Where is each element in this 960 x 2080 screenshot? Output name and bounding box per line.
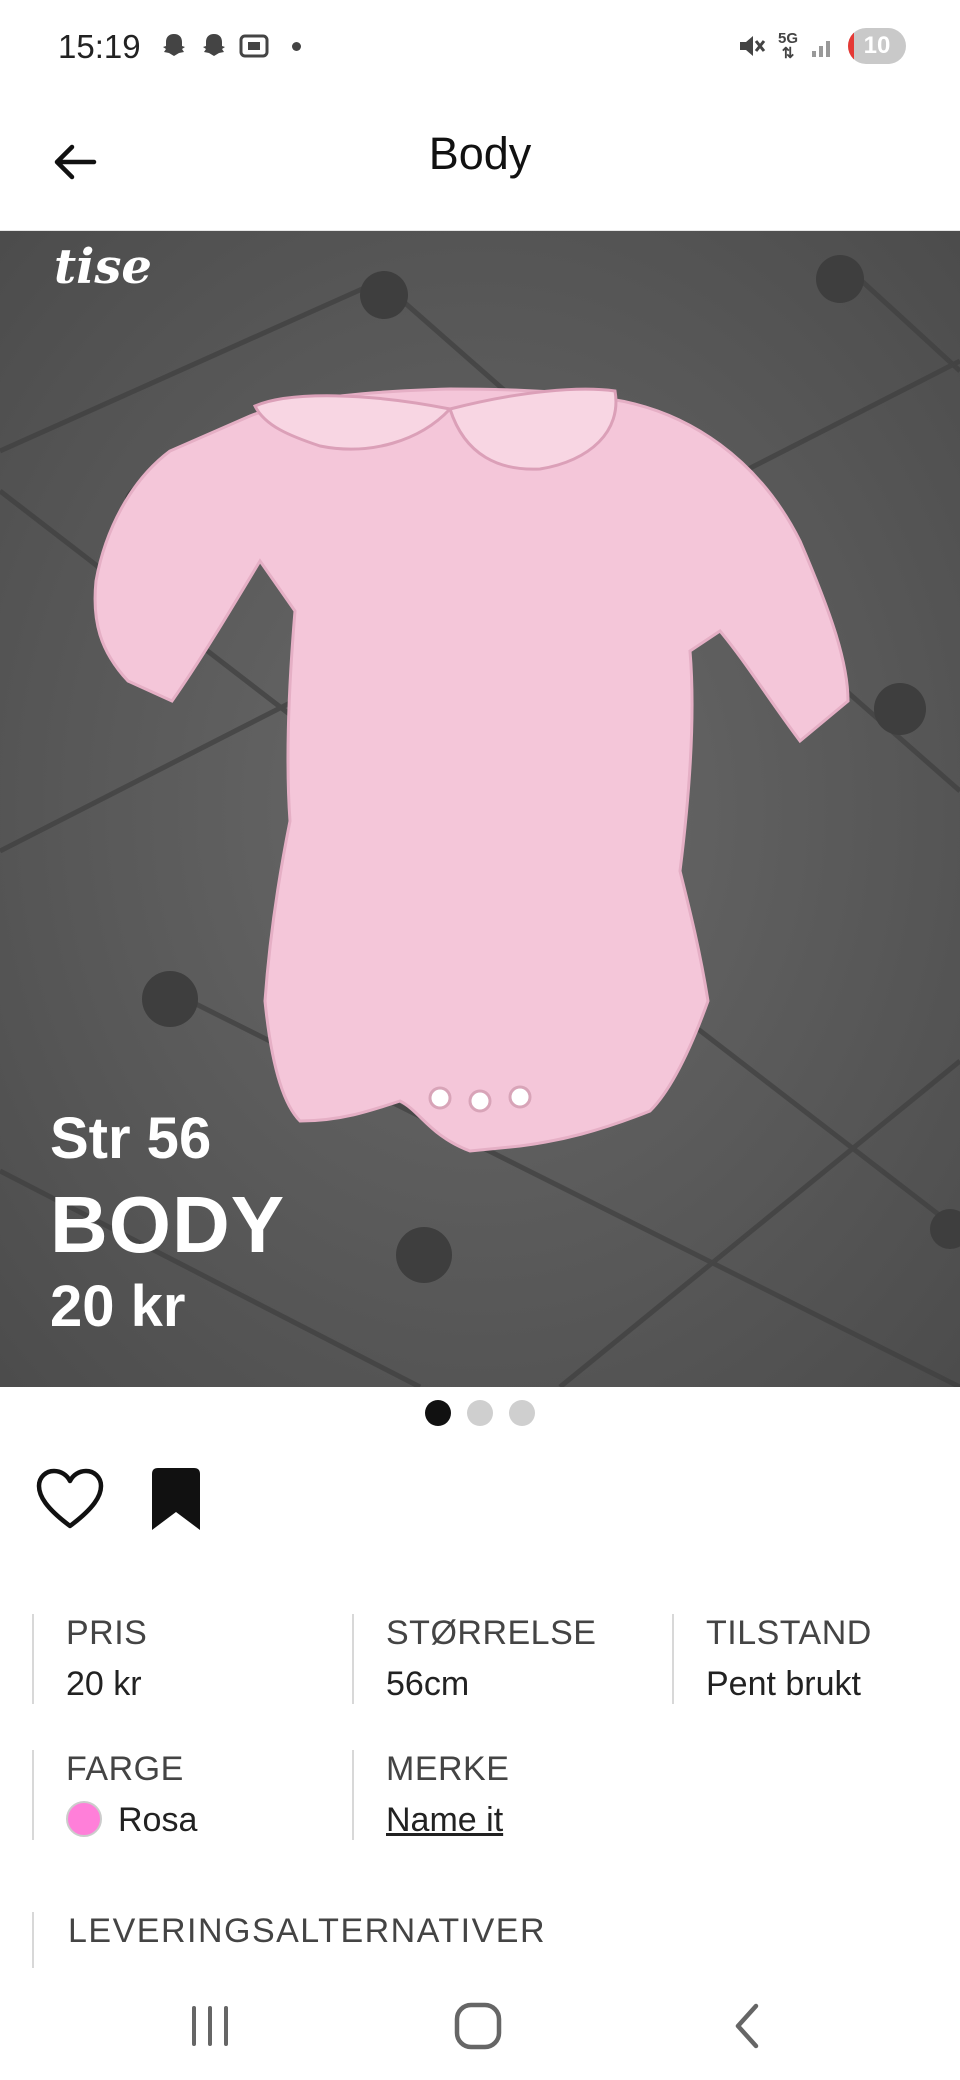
status-bar: 15:19 5G ⇅ 10 (0, 0, 960, 98)
screenshot-icon (238, 30, 270, 62)
battery-indicator: 10 (848, 28, 906, 64)
bookmark-icon[interactable] (148, 1466, 204, 1532)
app-bar: Body (0, 98, 960, 231)
brand-label: MERKE (386, 1750, 510, 1788)
detail-color: FARGE Rosa (32, 1750, 316, 1840)
mute-icon (739, 36, 766, 56)
notification-dot (292, 41, 301, 51)
page-title: Body (428, 128, 532, 179)
price-label: PRIS (66, 1614, 148, 1652)
size-value: 56cm (386, 1665, 470, 1703)
condition-value: Pent brukt (706, 1665, 861, 1703)
snapchat-icon (198, 30, 230, 62)
back-nav-icon[interactable] (718, 1996, 778, 2056)
action-row (36, 1466, 204, 1532)
pager-dot-2[interactable] (467, 1400, 493, 1426)
image-pager (0, 1400, 960, 1426)
detail-size: STØRRELSE 56cm (352, 1614, 636, 1704)
heart-icon[interactable] (36, 1468, 104, 1530)
home-icon[interactable] (448, 1996, 508, 2056)
detail-brand: MERKE Name it (352, 1750, 636, 1840)
pager-dot-3[interactable] (509, 1400, 535, 1426)
color-label: FARGE (66, 1750, 184, 1788)
overlay-size-text: Str 56 (50, 1106, 212, 1171)
status-time: 15:19 (58, 28, 141, 65)
pager-dot-1[interactable] (425, 1400, 451, 1426)
overlay-price-text: 20 kr (50, 1274, 186, 1339)
tise-watermark: tise (54, 239, 152, 295)
brand-link[interactable]: Name it (386, 1801, 503, 1839)
detail-price: PRIS 20 kr (32, 1614, 316, 1704)
detail-condition: TILSTAND Pent brukt (672, 1614, 956, 1704)
signal-icon (812, 41, 830, 57)
network-5g: 5G ⇅ (777, 30, 798, 62)
color-swatch (66, 1801, 102, 1838)
size-label: STØRRELSE (386, 1614, 597, 1652)
condition-label: TILSTAND (706, 1614, 872, 1652)
system-nav-bar (0, 1972, 960, 2080)
delivery-options-heading[interactable]: LEVERINGSALTERNATIVER (32, 1912, 546, 1968)
snapchat-icon (158, 30, 190, 62)
color-value: Rosa (118, 1801, 198, 1839)
price-value: 20 kr (66, 1665, 142, 1703)
recent-apps-icon[interactable] (180, 1996, 240, 2056)
overlay-product-name: BODY (50, 1180, 286, 1269)
product-image-carousel[interactable]: tise Str 56 BODY 20 kr (0, 231, 960, 1387)
